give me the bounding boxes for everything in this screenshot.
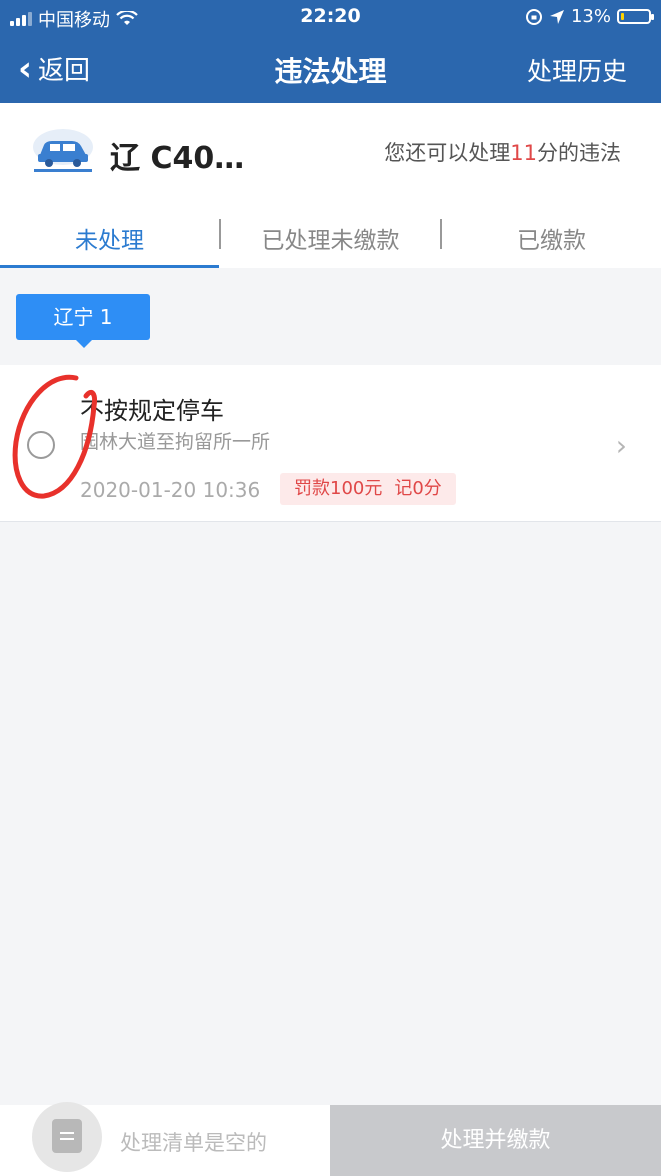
header: 中国移动 22:20 13% ‹ 返回 违法处理 处理历史 xyxy=(0,0,661,103)
app-root: 中国移动 22:20 13% ‹ 返回 违法处理 处理历史 辽 C40… 您还可… xyxy=(0,0,661,1176)
status-bar: 中国移动 22:20 13% xyxy=(0,0,661,34)
license-plate: 辽 C40… xyxy=(110,141,245,176)
violation-time: 2020-01-20 10:36 xyxy=(80,478,261,502)
location-icon xyxy=(549,9,564,24)
back-button[interactable]: ‹ 返回 xyxy=(18,50,90,87)
select-radio[interactable] xyxy=(27,431,55,459)
chevron-right-icon: › xyxy=(615,429,627,462)
rotation-lock-icon xyxy=(525,8,542,25)
tab-unprocessed[interactable]: 未处理 xyxy=(0,201,219,268)
nav-bar: ‹ 返回 违法处理 处理历史 xyxy=(0,34,661,103)
tab-paid[interactable]: 已缴款 xyxy=(442,201,661,268)
quota-text: 您还可以处理11分的违法 xyxy=(384,137,621,167)
vehicle-panel: 辽 C40… 您还可以处理11分的违法 xyxy=(0,103,661,201)
penalty-badge: 罚款100元 记0分 xyxy=(280,473,456,505)
battery-percent: 13% xyxy=(570,6,611,27)
tab-bar: 未处理 已处理未缴款 已缴款 xyxy=(0,201,661,268)
violation-row[interactable]: 不按规定停车 园林大道至拘留所一所 2020-01-20 10:36 罚款100… xyxy=(0,365,661,522)
penalty-points: 记0分 xyxy=(394,478,442,499)
tab-processed-unpaid[interactable]: 已处理未缴款 xyxy=(221,201,440,268)
history-button[interactable]: 处理历史 xyxy=(527,52,627,88)
cart-empty-text: 处理清单是空的 xyxy=(120,1131,267,1155)
status-right: 13% xyxy=(525,6,654,27)
car-icon xyxy=(33,129,93,172)
chevron-left-icon: ‹ xyxy=(18,48,33,89)
quota-suffix: 分的违法 xyxy=(537,141,621,165)
battery-level xyxy=(621,13,624,20)
process-and-pay-button[interactable]: 处理并缴款 xyxy=(330,1105,661,1176)
back-label: 返回 xyxy=(38,56,91,86)
violation-title: 不按规定停车 xyxy=(80,397,224,425)
list-icon xyxy=(52,1119,82,1153)
bottom-bar: 处理清单是空的 处理并缴款 xyxy=(0,1102,661,1176)
violation-location: 园林大道至拘留所一所 xyxy=(80,431,271,453)
battery-icon xyxy=(617,9,654,24)
fine-amount: 罚款100元 xyxy=(294,478,383,499)
quota-prefix: 您还可以处理 xyxy=(384,141,511,165)
quota-points: 11 xyxy=(510,141,537,165)
cart-button[interactable] xyxy=(32,1102,102,1172)
province-chip[interactable]: 辽宁 1 xyxy=(16,294,150,348)
